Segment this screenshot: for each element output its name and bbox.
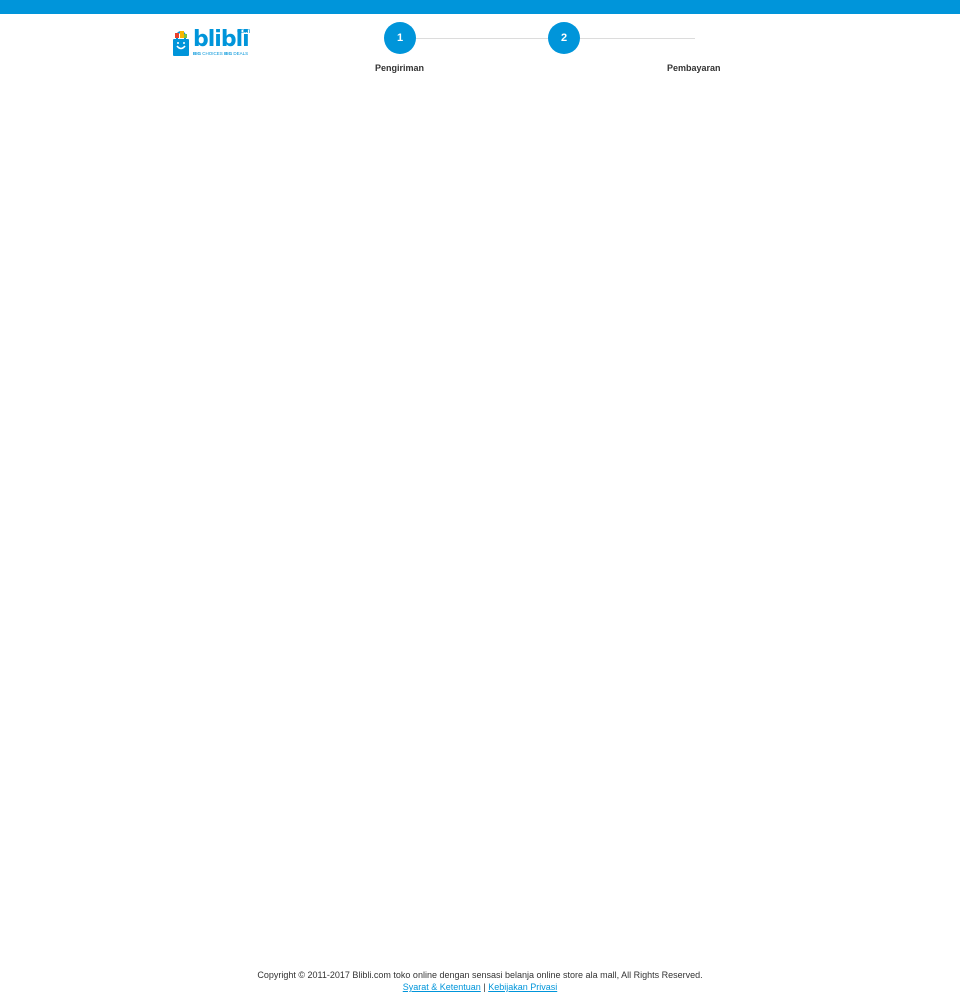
footer-link-separator: | <box>483 982 486 992</box>
step-1-circle[interactable]: 1 <box>384 22 416 54</box>
checkout-stepper: 1 Pengiriman 2 Pembayaran <box>0 0 960 90</box>
terms-link[interactable]: Syarat & Ketentuan <box>403 982 481 992</box>
step-connector <box>416 38 548 39</box>
footer-links: Syarat & Ketentuan | Kebijakan Privasi <box>0 981 960 993</box>
privacy-link[interactable]: Kebijakan Privasi <box>488 982 557 992</box>
page-footer: Copyright © 2011-2017 Blibli.com toko on… <box>0 969 960 993</box>
step-1-label: Pengiriman <box>375 63 425 73</box>
footer-copyright: Copyright © 2011-2017 Blibli.com toko on… <box>257 970 703 980</box>
step-2-circle[interactable]: 2 <box>548 22 580 54</box>
step-connector-trailing <box>580 38 695 39</box>
step-2-label: Pembayaran <box>667 63 721 73</box>
